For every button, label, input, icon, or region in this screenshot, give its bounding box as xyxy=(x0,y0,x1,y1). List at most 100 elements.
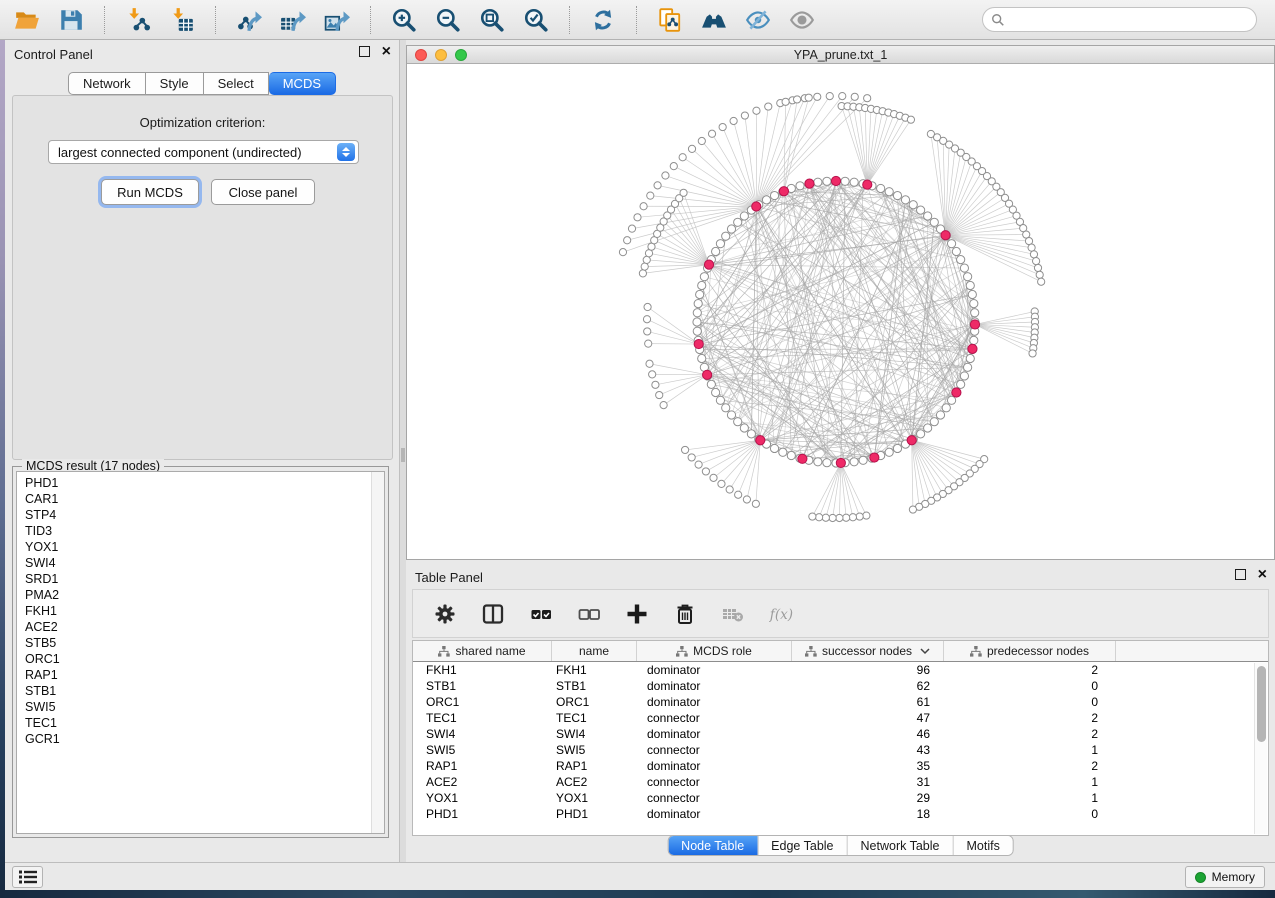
network-node[interactable] xyxy=(679,154,686,161)
network-node[interactable] xyxy=(681,446,688,453)
mcds-result-item[interactable]: SWI4 xyxy=(17,555,384,571)
column-header[interactable]: successor nodes xyxy=(792,641,944,661)
network-node[interactable] xyxy=(1038,278,1045,285)
search-field[interactable] xyxy=(982,7,1257,32)
network-node[interactable] xyxy=(850,458,858,466)
network-node[interactable] xyxy=(770,191,778,199)
network-node[interactable] xyxy=(843,514,850,521)
network-node[interactable] xyxy=(644,303,651,310)
network-node[interactable] xyxy=(710,474,717,481)
network-node[interactable] xyxy=(747,430,755,438)
network-node[interactable] xyxy=(1033,257,1040,264)
hide-selected-icon[interactable] xyxy=(745,7,771,33)
optimization-criterion-select[interactable]: largest connected component (undirected) xyxy=(48,140,359,164)
network-node[interactable] xyxy=(688,454,695,461)
network-node[interactable] xyxy=(968,290,976,298)
mcds-hub-node[interactable] xyxy=(798,454,807,463)
tab-network-table[interactable]: Network Table xyxy=(847,836,953,855)
network-node[interactable] xyxy=(864,95,871,102)
close-panel-button[interactable]: Close panel xyxy=(211,179,315,205)
network-node[interactable] xyxy=(814,93,821,100)
mcds-hub-node[interactable] xyxy=(703,370,712,379)
mcds-hub-node[interactable] xyxy=(836,458,845,467)
network-node[interactable] xyxy=(822,514,829,521)
mcds-hub-node[interactable] xyxy=(870,453,879,462)
mcds-result-item[interactable]: CAR1 xyxy=(17,491,384,507)
float-window-icon[interactable] xyxy=(359,46,370,57)
zoom-in-icon[interactable] xyxy=(391,7,417,33)
network-node[interactable] xyxy=(885,448,893,456)
mcds-result-item[interactable]: SWI5 xyxy=(17,699,384,715)
network-node[interactable] xyxy=(805,94,812,101)
network-node[interactable] xyxy=(722,232,730,240)
network-node[interactable] xyxy=(680,189,687,196)
network-node[interactable] xyxy=(624,237,631,244)
network-node[interactable] xyxy=(924,424,932,432)
deselect-all-icon[interactable] xyxy=(577,602,601,626)
table-row[interactable]: TEC1TEC1connector472 xyxy=(413,710,1268,726)
network-node[interactable] xyxy=(652,381,659,388)
network-node[interactable] xyxy=(917,430,925,438)
network-node[interactable] xyxy=(1034,264,1041,271)
table-row[interactable]: ACE2ACE2connector311 xyxy=(413,774,1268,790)
network-node[interactable] xyxy=(641,263,648,270)
network-node[interactable] xyxy=(700,273,708,281)
zoom-selected-icon[interactable] xyxy=(523,7,549,33)
network-node[interactable] xyxy=(693,318,701,326)
network-node[interactable] xyxy=(814,178,822,186)
export-table-icon[interactable] xyxy=(280,7,306,33)
mcds-hub-node[interactable] xyxy=(952,388,961,397)
network-node[interactable] xyxy=(716,396,724,404)
network-node[interactable] xyxy=(726,486,733,493)
network-node[interactable] xyxy=(970,299,978,307)
network-node[interactable] xyxy=(839,92,846,99)
mcds-hub-node[interactable] xyxy=(831,176,840,185)
network-node[interactable] xyxy=(794,96,801,103)
export-network-icon[interactable] xyxy=(236,7,262,33)
network-node[interactable] xyxy=(730,117,737,124)
network-node[interactable] xyxy=(893,191,901,199)
network-node[interactable] xyxy=(643,316,650,323)
network-node[interactable] xyxy=(942,404,950,412)
network-node[interactable] xyxy=(917,206,925,214)
network-node[interactable] xyxy=(649,371,656,378)
mcds-result-item[interactable]: STP4 xyxy=(17,507,384,523)
mcds-result-item[interactable]: TEC1 xyxy=(17,715,384,731)
network-node[interactable] xyxy=(809,513,816,520)
delete-selected-trash-icon[interactable] xyxy=(673,602,697,626)
network-node[interactable] xyxy=(885,188,893,196)
mcds-result-list[interactable]: PHD1CAR1STP4TID3YOX1SWI4SRD1PMA2FKH1ACE2… xyxy=(16,471,385,834)
first-neighbors-icon[interactable] xyxy=(701,7,727,33)
network-node[interactable] xyxy=(645,340,652,347)
refresh-view-icon[interactable] xyxy=(590,7,616,33)
network-node[interactable] xyxy=(670,163,677,170)
mcds-hub-node[interactable] xyxy=(907,436,916,445)
network-node[interactable] xyxy=(696,290,704,298)
network-node[interactable] xyxy=(693,327,701,335)
mcds-result-item[interactable]: STB5 xyxy=(17,635,384,651)
network-node[interactable] xyxy=(841,177,849,185)
network-node[interactable] xyxy=(735,491,742,498)
tab-network[interactable]: Network xyxy=(68,72,146,95)
show-all-icon[interactable] xyxy=(789,7,815,33)
network-node[interactable] xyxy=(694,299,702,307)
mcds-hub-node[interactable] xyxy=(756,436,765,445)
network-node[interactable] xyxy=(893,444,901,452)
network-node[interactable] xyxy=(826,92,833,99)
add-column-plus-icon[interactable] xyxy=(625,602,649,626)
network-node[interactable] xyxy=(859,456,867,464)
network-node[interactable] xyxy=(964,363,972,371)
new-network-from-selection-icon[interactable] xyxy=(657,7,683,33)
column-header[interactable]: shared name xyxy=(413,641,552,661)
table-scrollbar-thumb[interactable] xyxy=(1257,666,1266,742)
network-node[interactable] xyxy=(901,196,909,204)
network-node[interactable] xyxy=(851,93,858,100)
network-node[interactable] xyxy=(695,461,702,468)
network-node[interactable] xyxy=(753,107,760,114)
network-node[interactable] xyxy=(823,177,831,185)
toggle-columns-icon[interactable] xyxy=(481,602,505,626)
fit-content-icon[interactable] xyxy=(479,7,505,33)
network-node[interactable] xyxy=(924,212,932,220)
network-node[interactable] xyxy=(628,225,635,232)
close-panel-icon[interactable]: × xyxy=(382,46,391,57)
